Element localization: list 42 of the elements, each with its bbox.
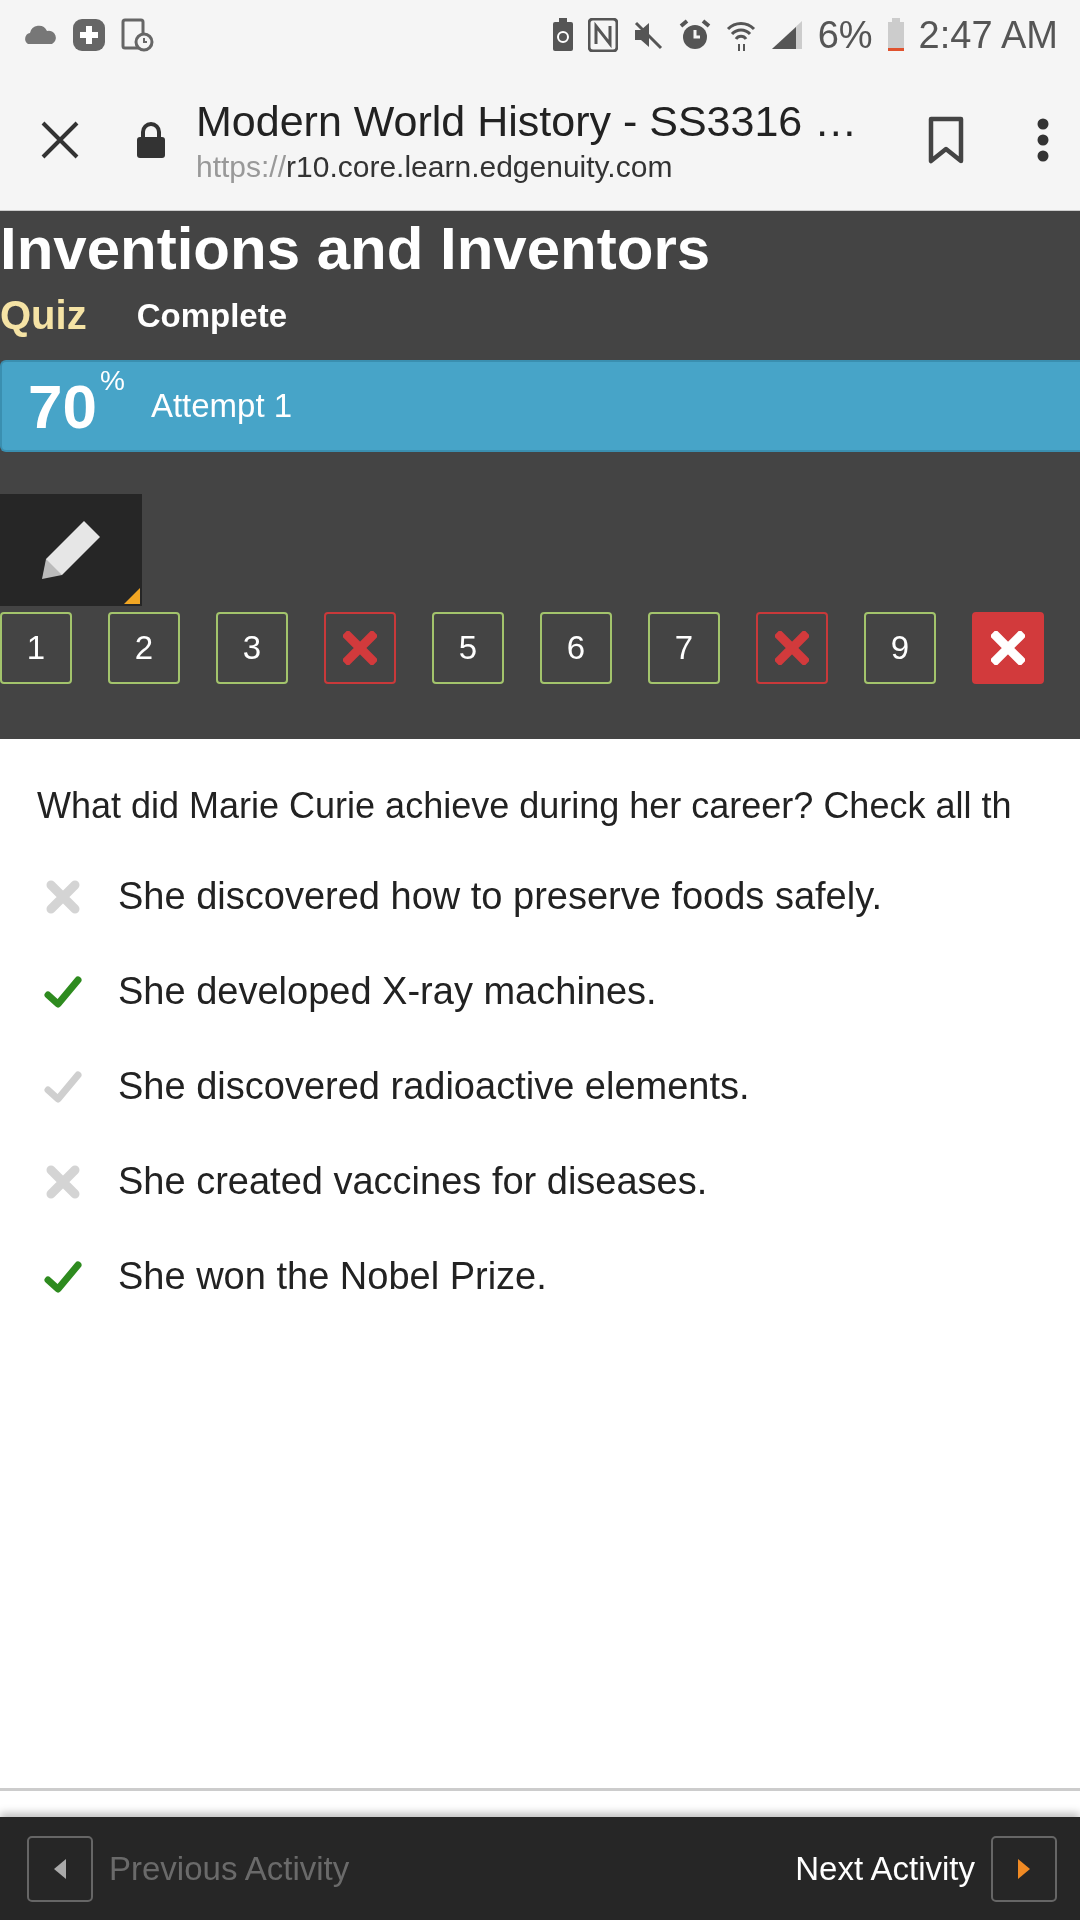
bookmark-icon[interactable] (928, 116, 964, 164)
attempt-label: Attempt 1 (150, 387, 293, 425)
lesson-title: Inventions and Inventors (0, 217, 712, 281)
nfc-icon (587, 18, 618, 52)
cloud-icon (22, 25, 58, 45)
question-button[interactable]: 9 (864, 612, 936, 684)
score-value: 70$^{%}$ (28, 370, 125, 442)
cross-icon (775, 631, 809, 665)
question-button[interactable]: 7 (648, 612, 720, 684)
plus-icon (72, 18, 106, 52)
answer-option: She created vaccines for diseases. (118, 1160, 708, 1203)
question-button[interactable]: 5 (432, 612, 504, 684)
question-text: What did Marie Curie achieve during her career? Check all th (37, 785, 1013, 827)
battery-percent: 6% (817, 13, 873, 57)
battery-icon (886, 18, 905, 52)
corner-triangle-icon (124, 588, 140, 604)
answer-option: She developed X-ray machines. (118, 970, 657, 1013)
left-arrow-icon (52, 1856, 68, 1881)
clock-time: 2:47 AM (918, 13, 1058, 57)
page-title: Modern World History - SS3316 … (196, 96, 859, 146)
question-button[interactable]: 3 (216, 612, 288, 684)
pencil-button[interactable] (0, 494, 142, 606)
page-url: https://r10.core.learn.edgenuity.com (196, 149, 674, 184)
question-button[interactable]: 2 (108, 612, 180, 684)
question-button[interactable] (972, 612, 1044, 684)
next-activity-button[interactable]: Next Activity (795, 1835, 1057, 1902)
more-icon[interactable] (1036, 118, 1050, 162)
answer-option: She discovered how to preserve foods safely. (118, 875, 882, 918)
question-button[interactable]: 6 (540, 612, 612, 684)
device-clock-icon (120, 18, 154, 52)
battery-recycle-icon (551, 18, 574, 52)
lock-icon (136, 122, 166, 158)
cross-icon (343, 631, 377, 665)
question-button[interactable]: 1 (0, 612, 72, 684)
answer-option: She discovered radioactive elements. (118, 1065, 750, 1108)
right-arrow-icon (1016, 1856, 1032, 1881)
answer-option: She won the Nobel Prize. (118, 1255, 547, 1298)
alarm-icon (677, 18, 712, 52)
activity-type: Quiz (0, 293, 87, 338)
activity-status: Complete (136, 296, 288, 335)
close-icon[interactable] (40, 120, 80, 160)
cross-icon (991, 631, 1025, 665)
